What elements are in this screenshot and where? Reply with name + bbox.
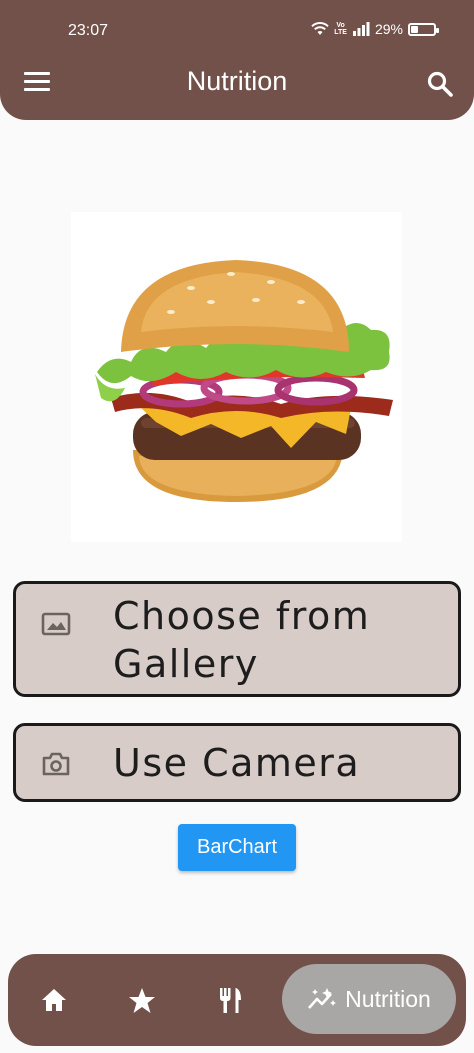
auto-graph-icon: [308, 988, 337, 1009]
use-camera-button[interactable]: Use Camera: [13, 723, 461, 802]
nutrition-screen: 23:07 Vo LTE 29% Nutrition Choose from G…: [0, 0, 474, 1053]
status-time: 23:07: [68, 22, 109, 39]
bottom-nav: Nutrition: [8, 954, 466, 1046]
gallery-button-label: Choose from Gallery: [113, 594, 371, 686]
food-image: [71, 212, 402, 542]
search-icon[interactable]: [426, 70, 454, 98]
camera-icon: [42, 752, 70, 776]
choose-from-gallery-button[interactable]: Choose from Gallery: [13, 581, 461, 697]
camera-button-label: Use Camera: [113, 741, 361, 785]
burger-image: [95, 260, 393, 502]
battery-icon: [408, 22, 439, 36]
battery-percent: 29%: [374, 21, 403, 37]
page-title: Nutrition: [186, 66, 288, 96]
status-indicators: Vo LTE 29%: [311, 21, 439, 37]
app-bar: Nutrition: [0, 46, 474, 120]
signal-icon: [352, 22, 370, 36]
star-icon: [129, 987, 155, 1013]
nav-favorites[interactable]: [122, 954, 162, 1046]
nav-nutrition[interactable]: Nutrition: [282, 964, 456, 1034]
nav-nutrition-label: Nutrition: [345, 985, 431, 1012]
image-icon: [41, 612, 71, 636]
battery-level: [411, 25, 418, 33]
restaurant-icon: [220, 988, 241, 1013]
home-icon: [42, 989, 66, 1011]
volte-indicator: Vo LTE: [334, 22, 347, 36]
status-bar: 23:07 Vo LTE 29%: [0, 0, 474, 46]
nav-home[interactable]: [34, 954, 74, 1046]
barchart-button[interactable]: BarChart: [178, 824, 296, 871]
nav-food[interactable]: [210, 954, 250, 1046]
wifi-icon: [311, 22, 329, 35]
